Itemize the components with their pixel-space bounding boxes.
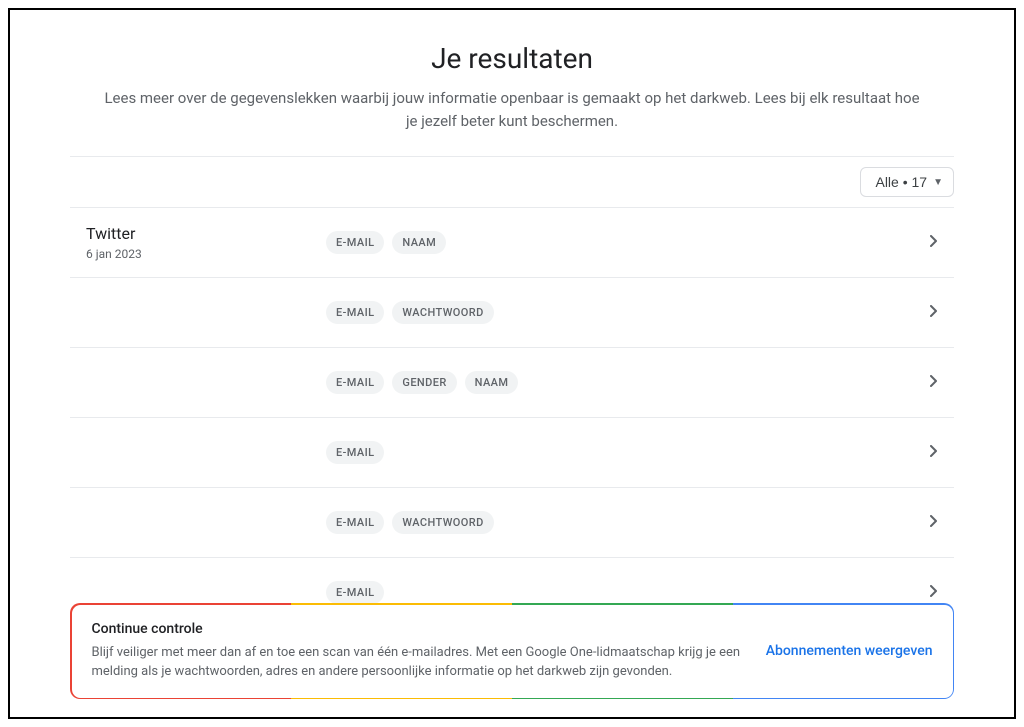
tag: E-MAIL [326,511,384,534]
result-list: Twitter6 jan 2023E-MAILNAAM E-MAILWACHTW… [70,207,954,628]
caret-down-icon: ▼ [933,177,943,188]
result-row[interactable]: E-MAIL GENDER NAAM [70,348,954,418]
promo-title: Continue controle [92,621,742,637]
result-name: Twitter [86,224,326,243]
promo-cta-link[interactable]: Abonnementen weergeven [766,643,933,659]
page-title: Je resultaten [70,42,954,75]
chevron-right-icon [922,235,946,251]
result-row[interactable]: E-MAIL WACHTWOORD [70,488,954,558]
tag-list: E-MAIL WACHTWOORD [326,301,922,324]
tag: WACHTWOORD [392,301,493,324]
chevron-right-icon [922,375,946,391]
tag: GENDER [392,371,456,394]
chevron-right-icon [922,515,946,531]
tag-list: E-MAIL WACHTWOORD [326,511,922,534]
tag: E-MAIL [326,231,384,254]
tag: E-MAIL [326,301,384,324]
result-row[interactable]: E-MAIL WACHTWOORD [70,278,954,348]
tag-list: E-MAIL [326,581,922,604]
result-date: 6 jan 2023 [86,247,326,261]
tag: E-MAIL [326,441,384,464]
page-subtitle: Lees meer over de gegevenslekken waarbij… [102,87,922,132]
promo-card: Continue controle Blijf veiliger met mee… [70,603,954,699]
tag-list: E-MAIL GENDER NAAM [326,371,922,394]
result-left [86,434,326,471]
filter-row: Alle • 17 ▼ [70,156,954,207]
tag: NAAM [465,371,519,394]
result-left [86,364,326,401]
result-row[interactable]: Twitter 6 jan 2023E-MAIL NAAM [70,208,954,278]
result-row[interactable]: E-MAIL [70,418,954,488]
result-left: Twitter 6 jan 2023 [86,224,326,261]
tag-list: E-MAIL [326,441,922,464]
tag: E-MAIL [326,581,384,604]
chevron-right-icon [922,585,946,601]
filter-label: Alle • 17 [875,174,927,190]
chevron-right-icon [922,305,946,321]
filter-button[interactable]: Alle • 17 ▼ [860,167,954,197]
tag: NAAM [392,231,446,254]
promo-desc: Blijf veiliger met meer dan af en toe ee… [92,643,742,682]
tag: E-MAIL [326,371,384,394]
tag: WACHTWOORD [392,511,493,534]
chevron-right-icon [922,445,946,461]
result-left [86,504,326,541]
result-left [86,294,326,331]
tag-list: E-MAIL NAAM [326,231,922,254]
